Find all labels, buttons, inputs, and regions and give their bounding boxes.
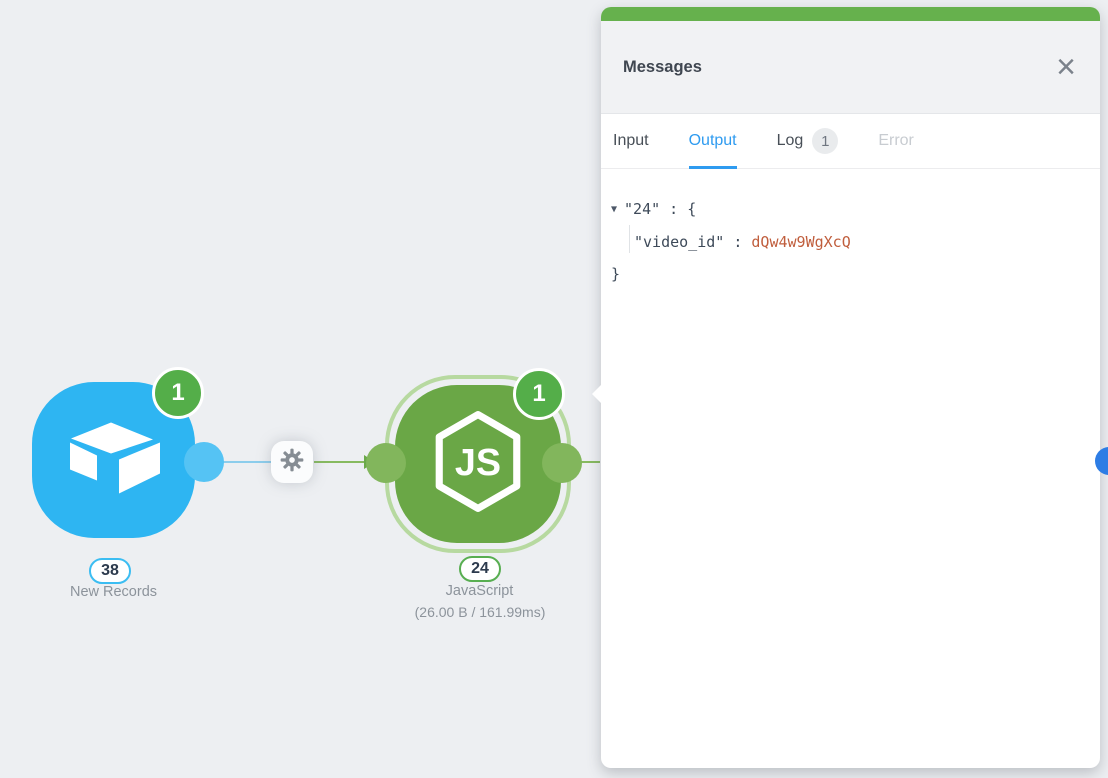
panel-accent-bar: [601, 7, 1100, 21]
json-separator: :: [724, 233, 752, 251]
json-root-key: "24": [624, 200, 661, 218]
close-icon[interactable]: ×: [1056, 50, 1076, 84]
panel-title: Messages: [623, 57, 702, 76]
collapse-caret-icon[interactable]: ▼: [611, 194, 617, 226]
record-count-pill: 24: [459, 556, 501, 582]
json-close-line: }: [611, 258, 1100, 290]
json-child-key: "video_id": [634, 233, 725, 251]
connection-settings-button[interactable]: [271, 441, 313, 483]
panel-header: Messages ×: [601, 21, 1100, 114]
airtable-icon: [67, 421, 161, 500]
record-count-pill: 38: [89, 558, 131, 584]
svg-text:JS: JS: [455, 441, 501, 483]
node-label: New Records: [69, 584, 158, 600]
nodejs-icon: JS: [432, 411, 524, 518]
node-run-badge: 1: [152, 367, 204, 419]
panel-tabs: Input Output Log 1 Error: [601, 114, 1100, 169]
tab-input[interactable]: Input: [613, 114, 649, 168]
node-run-badge: 1: [513, 368, 565, 420]
gear-icon: [279, 447, 305, 478]
tab-error[interactable]: Error: [878, 114, 914, 168]
messages-panel: Messages × Input Output Log 1 Error ▼ "24…: [592, 7, 1100, 768]
json-child-line: "video_id" : dQw4w9WgXcQ: [611, 226, 1100, 258]
log-count-badge: 1: [812, 128, 839, 154]
panel-pointer: [592, 384, 602, 404]
json-close-brace: }: [611, 265, 621, 283]
node-runtime-stats: (26.00 B / 161.99ms): [414, 604, 546, 620]
input-port[interactable]: [376, 453, 396, 473]
tab-log-label: Log: [776, 132, 804, 149]
output-port[interactable]: [552, 453, 572, 473]
output-json-viewer: ▼ "24" : { "video_id" : dQw4w9WgXcQ }: [601, 169, 1100, 290]
connection-line-green: [314, 461, 364, 463]
node-javascript[interactable]: JS 1: [376, 368, 572, 553]
json-child-value: dQw4w9WgXcQ: [751, 233, 851, 251]
json-root-line: ▼ "24" : {: [611, 193, 1100, 226]
tab-output[interactable]: Output: [688, 114, 737, 169]
workflow-canvas[interactable]: 1 38 New Records JS 1 24 JavaScript (26.…: [0, 0, 1108, 778]
json-indent-guide: [629, 225, 630, 253]
json-root-open: : {: [660, 200, 697, 218]
node-new-records[interactable]: 1: [32, 367, 214, 538]
output-port[interactable]: [194, 452, 214, 472]
tab-log[interactable]: Log 1: [777, 114, 839, 168]
node-label: JavaScript: [445, 583, 514, 599]
